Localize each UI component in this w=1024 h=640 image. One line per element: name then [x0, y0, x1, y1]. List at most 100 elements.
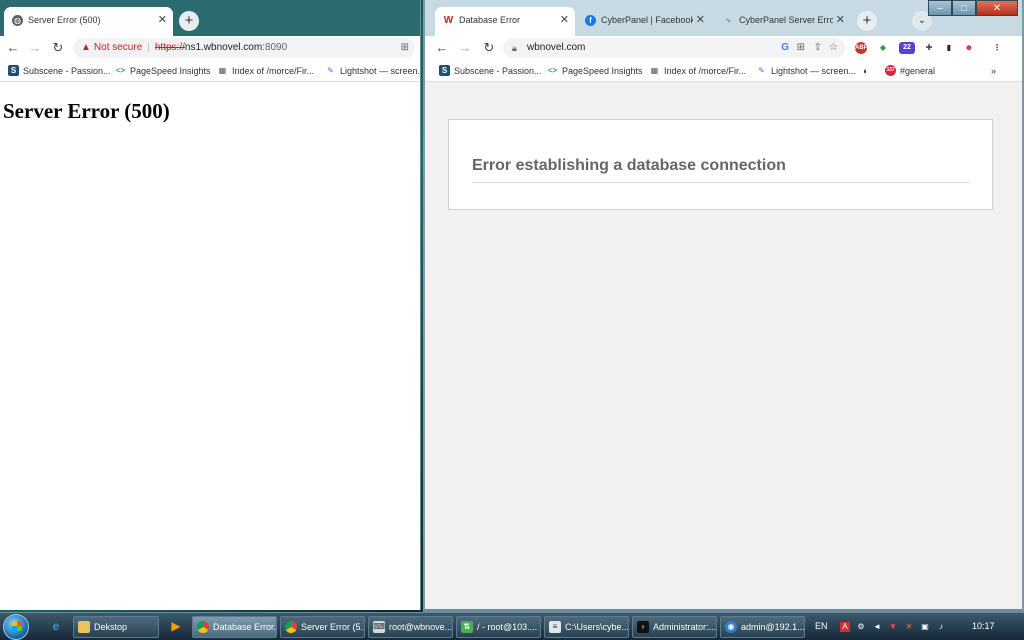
- reload-icon[interactable]: ↻: [49, 39, 67, 57]
- translate-icon[interactable]: ⊞: [797, 38, 805, 58]
- language-indicator[interactable]: EN: [815, 621, 828, 631]
- new-tab-button[interactable]: +: [857, 11, 877, 31]
- taskbar-item-server-error[interactable]: Server Error (5...: [280, 616, 365, 638]
- lightshot-icon: ✎: [758, 66, 765, 75]
- bookmark-pagespeed[interactable]: <> PageSpeed Insights: [547, 64, 643, 78]
- taskbar-item-desktop[interactable]: Dekstop: [73, 616, 159, 638]
- side-panel-icon[interactable]: ▮: [943, 42, 955, 54]
- bookmark-label: #general: [900, 66, 936, 76]
- taskbar-item-remote[interactable]: ◉ admin@192.1...: [720, 616, 805, 638]
- tray-network-icon[interactable]: ⚙: [856, 622, 866, 632]
- tray-display-icon[interactable]: ▣: [920, 622, 930, 632]
- back-arrow-icon[interactable]: ←: [433, 39, 451, 57]
- window-controls: – □ ✕: [928, 0, 1018, 18]
- close-tab-icon[interactable]: ✕: [692, 7, 705, 34]
- shield-icon[interactable]: ◆: [877, 42, 889, 54]
- close-tab-icon[interactable]: ✕: [832, 7, 845, 34]
- tab-title: Database Error: [459, 15, 521, 25]
- page-content: Error establishing a database connection: [425, 82, 1022, 609]
- address-bar[interactable]: ▲ Not secure | https://ns1.wbnovel.com:8090…: [73, 38, 415, 58]
- tab-server-error[interactable]: ◍ Server Error (500) ✕: [4, 7, 173, 36]
- tray-security-icon[interactable]: ▼: [888, 622, 898, 632]
- extensions-puzzle-icon[interactable]: ✚: [923, 42, 935, 54]
- clock[interactable]: 10:17: [972, 621, 995, 631]
- back-arrow-icon[interactable]: ←: [4, 39, 22, 57]
- pagespeed-icon: <>: [547, 66, 558, 75]
- media-player-icon[interactable]: ▶: [168, 618, 184, 634]
- tab-title: CyberPanel | Facebook: [601, 15, 695, 25]
- bookmark-star-icon[interactable]: ☆: [829, 38, 838, 58]
- tab-database-error[interactable]: W Database Error ✕: [435, 7, 575, 36]
- remote-icon: ◉: [725, 621, 737, 633]
- github-icon[interactable]: ◐: [863, 64, 868, 78]
- tray-sound-icon[interactable]: ◄: [872, 622, 882, 632]
- taskbar-item-putty[interactable]: ⌨ root@wbnove...: [368, 616, 453, 638]
- tab-title: Server Error (500): [28, 15, 101, 25]
- reload-icon[interactable]: ↻: [480, 39, 498, 57]
- share-icon[interactable]: ⇪: [814, 38, 822, 58]
- mail-badge-icon[interactable]: 22: [899, 42, 915, 54]
- cmd-icon: ›: [637, 621, 649, 633]
- close-tab-icon[interactable]: ✕: [560, 7, 569, 34]
- minimize-icon[interactable]: –: [928, 0, 952, 16]
- cyberpanel-icon: ∿: [725, 16, 732, 25]
- wbnovel-icon: W: [443, 15, 454, 26]
- start-button[interactable]: [3, 614, 29, 640]
- tray-flag-icon[interactable]: ✕: [904, 622, 914, 632]
- tray-app-icon[interactable]: A: [840, 622, 850, 632]
- taskbar-item-label: Database Error...: [213, 622, 277, 632]
- bookmark-label: PageSpeed Insights: [562, 66, 643, 76]
- bookmark-pagespeed[interactable]: <> PageSpeed Insights: [115, 64, 211, 78]
- error-message: Error establishing a database connection: [472, 157, 969, 183]
- adblock-icon[interactable]: ABP: [855, 42, 868, 54]
- taskbar-item-label: root@wbnove...: [389, 622, 453, 632]
- tab-title: CyberPanel Server Error: [739, 15, 838, 25]
- bookmark-subscene[interactable]: S Subscene - Passion...: [8, 64, 111, 78]
- bookmark-label: Index of /morce/Fir...: [664, 66, 747, 76]
- bookmark-subscene[interactable]: S Subscene - Passion...: [439, 64, 542, 78]
- chrome-icon: [285, 621, 297, 633]
- tray-volume-icon[interactable]: ♪: [936, 622, 946, 632]
- taskbar-item-winscp[interactable]: ⇅ / - root@103....: [456, 616, 541, 638]
- url-text: wbnovel.com: [527, 42, 586, 53]
- lock-icon: 🔒︎: [512, 43, 517, 53]
- profile-icon[interactable]: ☻: [963, 42, 975, 54]
- more-bookmarks-icon[interactable]: »: [991, 64, 996, 78]
- taskbar-item-label: / - root@103....: [477, 622, 538, 632]
- forward-arrow-icon[interactable]: →: [26, 39, 44, 57]
- taskbar-item-cmd[interactable]: › Administrator:...: [632, 616, 717, 638]
- internet-explorer-icon[interactable]: e: [48, 618, 64, 634]
- bookmark-label: Subscene - Passion...: [454, 66, 542, 76]
- maximize-icon[interactable]: □: [952, 0, 976, 16]
- menu-kebab-icon[interactable]: ⋮: [991, 42, 1003, 54]
- bookmark-index[interactable]: ▦ Index of /morce/Fir...: [649, 64, 746, 78]
- putty-icon: ⌨: [373, 621, 385, 633]
- bookmarks-bar: S Subscene - Passion... <> PageSpeed Insig…: [425, 60, 1022, 82]
- google-icon[interactable]: G: [781, 38, 789, 58]
- tab-strip: W Database Error ✕ f CyberPanel | Facebo…: [425, 0, 1022, 36]
- bookmark-lightshot[interactable]: ✎ Lightshot — screen...: [325, 64, 420, 78]
- close-window-icon[interactable]: ✕: [976, 0, 1018, 16]
- tab-cyberpanel-server-error[interactable]: ∿ CyberPanel Server Error ✕: [715, 7, 851, 36]
- not-secure-label[interactable]: Not secure: [94, 42, 142, 53]
- bookmark-label: Index of /morce/Fir...: [232, 66, 315, 76]
- new-tab-button[interactable]: +: [179, 11, 199, 31]
- folder-icon: [78, 621, 90, 633]
- lightshot-icon: ✎: [327, 66, 334, 75]
- bookmark-index[interactable]: ▦ Index of /morce/Fir...: [217, 64, 314, 78]
- address-bar[interactable]: 🔒︎ wbnovel.com G ⊞ ⇪ ☆: [503, 38, 845, 58]
- bookmark-general[interactable]: 337 #general: [885, 64, 935, 78]
- page-title: Server Error (500): [3, 99, 170, 123]
- close-tab-icon[interactable]: ✕: [158, 7, 167, 34]
- taskbar-item-notepad[interactable]: ≡ C:\Users\cybe...: [544, 616, 629, 638]
- bookmark-lightshot[interactable]: ✎ Lightshot — screen...: [756, 64, 856, 78]
- taskbar-item-label: Dekstop: [94, 622, 128, 632]
- tab-cyberpanel-facebook[interactable]: f CyberPanel | Facebook ✕: [577, 7, 711, 36]
- taskbar-item-label: Administrator:...: [653, 622, 717, 632]
- taskbar: e Dekstop ▶ Database Error... Server Err…: [0, 612, 1024, 640]
- taskbar-item-database-error[interactable]: Database Error...: [192, 616, 277, 638]
- translate-icon[interactable]: ⊞: [401, 38, 409, 58]
- index-icon: ▦: [650, 66, 659, 75]
- pagespeed-icon: <>: [115, 66, 126, 75]
- forward-arrow-icon[interactable]: →: [456, 39, 474, 57]
